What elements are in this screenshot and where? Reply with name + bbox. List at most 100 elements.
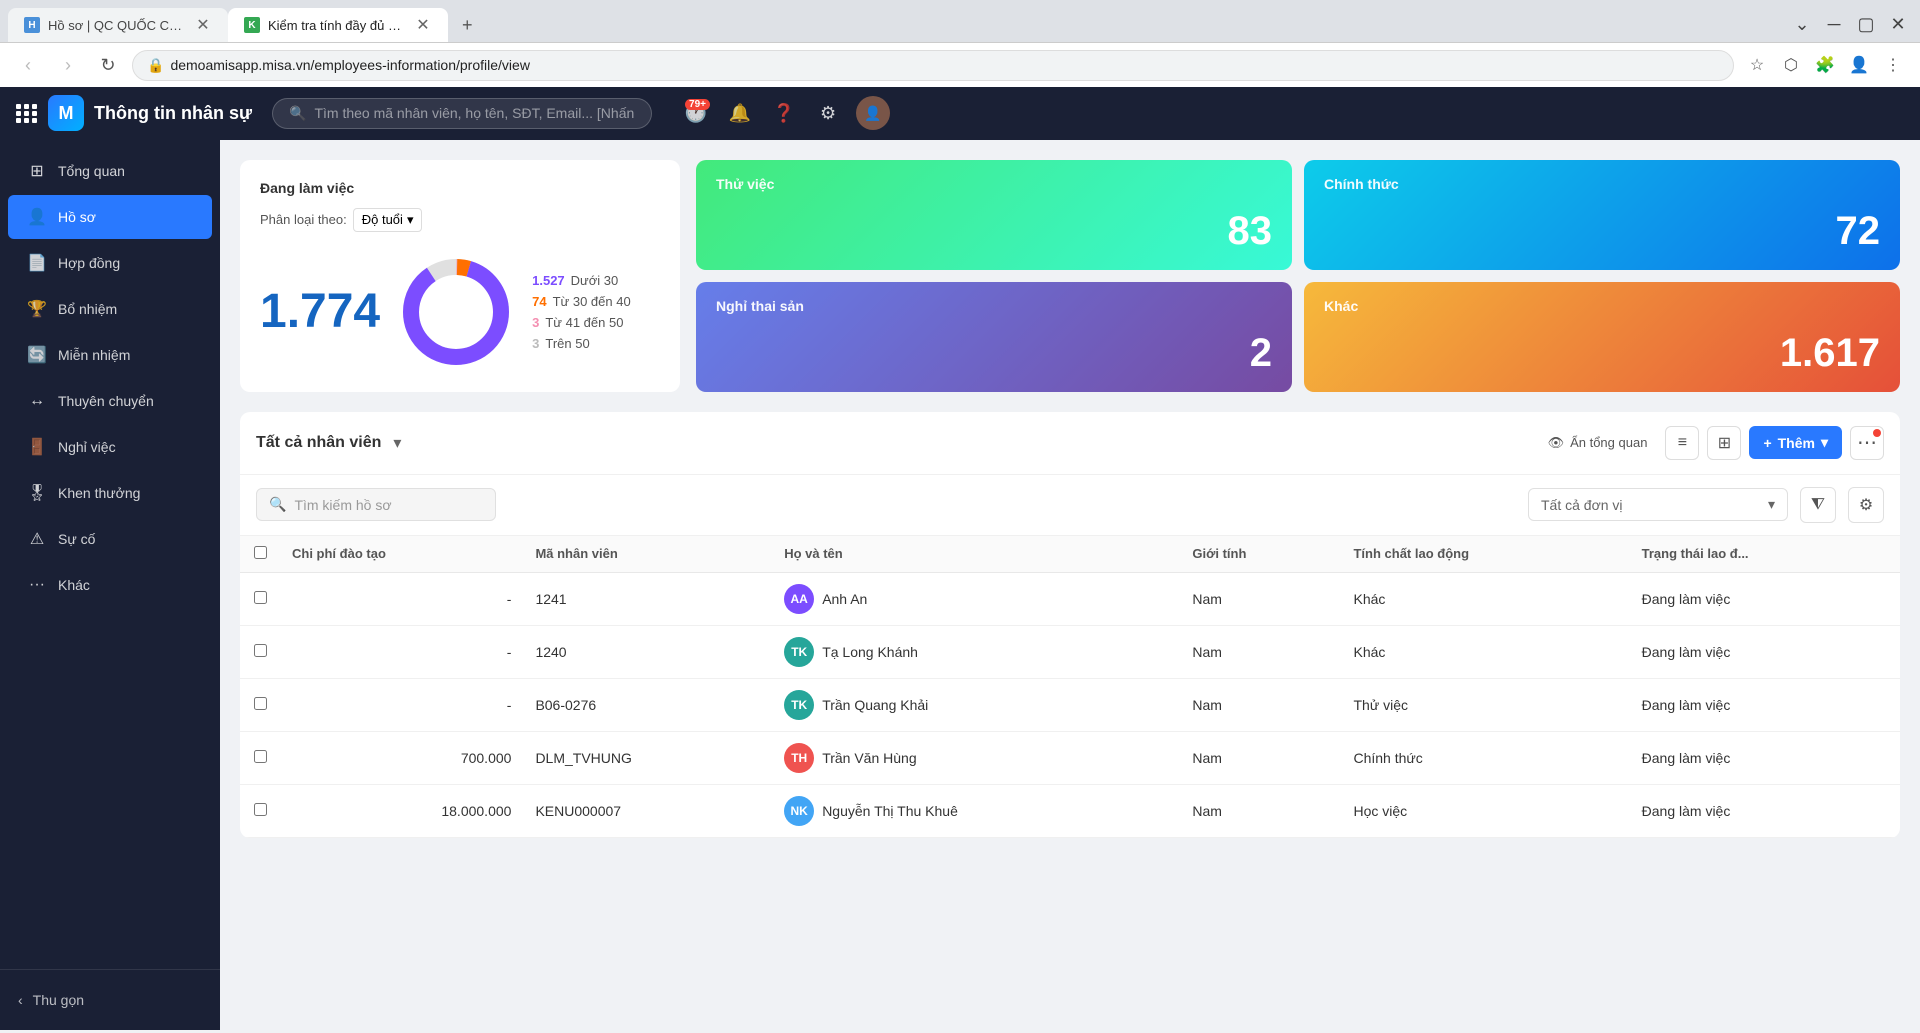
sidebar-item-hop-dong[interactable]: 📄 Hợp đồng bbox=[8, 241, 212, 285]
url-bar[interactable]: 🔒 demoamisapp.misa.vn/employees-informat… bbox=[132, 50, 1734, 81]
sidebar-collapse-button[interactable]: ‹ Thu gọn bbox=[0, 982, 220, 1018]
tab-2[interactable]: K Kiểm tra tính đầy đủ của hồ sơ, c... ✕ bbox=[228, 8, 448, 42]
screen-cast-button[interactable]: ⬡ bbox=[1776, 50, 1806, 80]
menu-button[interactable]: ⋮ bbox=[1878, 50, 1908, 80]
user-avatar[interactable]: 👤 bbox=[856, 96, 890, 130]
close-window-button[interactable]: ✕ bbox=[1884, 10, 1912, 38]
tab-1-title: Hồ sơ | QC QUỐC CƯỜNG | AM... bbox=[48, 18, 186, 33]
bookmark-star-button[interactable]: ☆ bbox=[1742, 50, 1772, 80]
row-tinh-chat-4: Học việc bbox=[1341, 784, 1629, 837]
table-header-row: Chi phí đào tạo Mã nhân viên Họ và tên G… bbox=[240, 536, 1900, 573]
main-content: Đang làm việc Phân loại theo: Độ tuổi ▾ … bbox=[220, 140, 1920, 1030]
table-row[interactable]: - 1241 AA Anh An Nam Khác Đang làm việc bbox=[240, 572, 1900, 625]
appointment-icon: 🏆 bbox=[26, 298, 48, 320]
sidebar-item-khac[interactable]: ··· Khác bbox=[8, 563, 212, 607]
row-gioi-tinh-1: Nam bbox=[1180, 625, 1341, 678]
row-checkbox-3[interactable] bbox=[240, 731, 280, 784]
sidebar-item-thuyen-chuyen[interactable]: ↔ Thuyên chuyển bbox=[8, 379, 212, 423]
chinh-thuc-label: Chính thức bbox=[1324, 176, 1880, 192]
classify-value: Độ tuổi bbox=[362, 212, 403, 227]
reload-button[interactable]: ↻ bbox=[92, 49, 124, 81]
table-row[interactable]: - B06-0276 TK Trần Quang Khải Nam Thử vi… bbox=[240, 678, 1900, 731]
select-all-checkbox[interactable] bbox=[254, 546, 267, 559]
list-view-button[interactable]: ≡ bbox=[1665, 426, 1699, 460]
table-title-dropdown-button[interactable]: ▾ bbox=[389, 429, 405, 457]
hide-overview-button[interactable]: 👁 Ẩn tổng quan bbox=[1538, 429, 1658, 457]
row-checkbox-4[interactable] bbox=[240, 784, 280, 837]
sidebar-item-bo-nhiem[interactable]: 🏆 Bổ nhiệm bbox=[8, 287, 212, 331]
row-ho-ten-0[interactable]: AA Anh An bbox=[772, 572, 1180, 625]
classify-dropdown[interactable]: Độ tuổi ▾ bbox=[353, 208, 423, 232]
settings-button[interactable]: ⚙ bbox=[812, 97, 844, 129]
tab-list-button[interactable]: ⌄ bbox=[1788, 10, 1816, 38]
stat-card-nghi-thai-san[interactable]: Nghỉ thai sản 2 bbox=[696, 282, 1292, 392]
employee-name-3: Trần Văn Hùng bbox=[822, 750, 916, 766]
row-checkbox-1[interactable] bbox=[240, 625, 280, 678]
back-button[interactable]: ‹ bbox=[12, 49, 44, 81]
row-cb-3[interactable] bbox=[254, 750, 267, 763]
sidebar-item-su-co-label: Sự cố bbox=[58, 531, 95, 547]
row-cb-2[interactable] bbox=[254, 697, 267, 710]
grid-view-button[interactable]: ⊞ bbox=[1707, 426, 1741, 460]
working-card: Đang làm việc Phân loại theo: Độ tuổi ▾ … bbox=[240, 160, 680, 392]
stat-card-chinh-thuc[interactable]: Chính thức 72 bbox=[1304, 160, 1900, 270]
sidebar-item-nghi-viec[interactable]: 🚪 Nghỉ việc bbox=[8, 425, 212, 469]
th-chi-phi: Chi phí đào tạo bbox=[280, 536, 523, 573]
nghi-thai-san-value: 2 bbox=[716, 331, 1272, 376]
sidebar-item-khen-thuong[interactable]: 🎖 Khen thưởng bbox=[8, 471, 212, 515]
sidebar-item-ho-so[interactable]: 👤 Hồ sơ bbox=[8, 195, 212, 239]
profile-button[interactable]: 👤 bbox=[1844, 50, 1874, 80]
row-ho-ten-1[interactable]: TK Tạ Long Khánh bbox=[772, 625, 1180, 678]
overview-icon: ⊞ bbox=[26, 160, 48, 182]
row-ma-nv-0: 1241 bbox=[523, 572, 772, 625]
row-ho-ten-4[interactable]: NK Nguyễn Thị Thu Khuê bbox=[772, 784, 1180, 837]
help-button[interactable]: ❓ bbox=[768, 97, 800, 129]
global-search[interactable]: 🔍 bbox=[272, 98, 652, 129]
stat-card-thu-viec[interactable]: Thử việc 83 bbox=[696, 160, 1292, 270]
column-settings-button[interactable]: ⚙ bbox=[1848, 487, 1884, 523]
row-checkbox-0[interactable] bbox=[240, 572, 280, 625]
notifications-button[interactable]: 🔔 bbox=[724, 97, 756, 129]
forward-button[interactable]: › bbox=[52, 49, 84, 81]
history-button[interactable]: 🕐 79+ bbox=[680, 97, 712, 129]
grid-dot bbox=[32, 111, 37, 116]
grid-dot bbox=[16, 111, 21, 116]
new-tab-button[interactable]: + bbox=[452, 9, 483, 42]
row-chi-phi-3: 700.000 bbox=[280, 731, 523, 784]
table-filters: 🔍 Tất cả đơn vị ▾ ⧨ ⚙ bbox=[240, 475, 1900, 536]
extensions-button[interactable]: 🧩 bbox=[1810, 50, 1840, 80]
row-ho-ten-2[interactable]: TK Trần Quang Khải bbox=[772, 678, 1180, 731]
row-cb-0[interactable] bbox=[254, 591, 267, 604]
tab-1-close[interactable]: ✕ bbox=[194, 16, 212, 34]
sidebar-item-mien-nhiem[interactable]: 🔄 Miễn nhiệm bbox=[8, 333, 212, 377]
table-row[interactable]: - 1240 TK Tạ Long Khánh Nam Khác Đang là… bbox=[240, 625, 1900, 678]
tab-bar: H Hồ sơ | QC QUỐC CƯỜNG | AM... ✕ K Kiểm… bbox=[0, 0, 1920, 42]
row-cb-4[interactable] bbox=[254, 803, 267, 816]
unit-filter-dropdown[interactable]: Tất cả đơn vị ▾ bbox=[1528, 488, 1788, 521]
employee-search-box[interactable]: 🔍 bbox=[256, 488, 496, 521]
sidebar-item-tong-quan[interactable]: ⊞ Tổng quan bbox=[8, 149, 212, 193]
add-employee-button[interactable]: + Thêm ▾ bbox=[1749, 426, 1842, 459]
sidebar-item-thuyen-chuyen-label: Thuyên chuyển bbox=[58, 393, 154, 409]
minimize-button[interactable]: ─ bbox=[1820, 10, 1848, 38]
eye-slash-icon: 👁 bbox=[1548, 435, 1565, 451]
legend-count-0: 1.527 bbox=[532, 273, 565, 288]
row-ho-ten-3[interactable]: TH Trần Văn Hùng bbox=[772, 731, 1180, 784]
table-row[interactable]: 18.000.000 KENU000007 NK Nguyễn Thị Thu … bbox=[240, 784, 1900, 837]
legend-label-3: Trên 50 bbox=[545, 336, 589, 351]
stat-card-khac[interactable]: Khác 1.617 bbox=[1304, 282, 1900, 392]
tab-2-title: Kiểm tra tính đầy đủ của hồ sơ, c... bbox=[268, 18, 406, 33]
donut-chart bbox=[396, 252, 516, 372]
employee-search-input[interactable] bbox=[294, 497, 483, 513]
filter-button[interactable]: ⧨ bbox=[1800, 487, 1836, 523]
maximize-button[interactable]: ▢ bbox=[1852, 10, 1880, 38]
global-search-input[interactable] bbox=[314, 105, 635, 121]
tab-1[interactable]: H Hồ sơ | QC QUỐC CƯỜNG | AM... ✕ bbox=[8, 8, 228, 42]
apps-grid-button[interactable] bbox=[16, 104, 38, 123]
table-row[interactable]: 700.000 DLM_TVHUNG TH Trần Văn Hùng Nam … bbox=[240, 731, 1900, 784]
row-cb-1[interactable] bbox=[254, 644, 267, 657]
tab-2-close[interactable]: ✕ bbox=[414, 16, 432, 34]
sidebar-item-su-co[interactable]: ⚠ Sự cố bbox=[8, 517, 212, 561]
row-checkbox-2[interactable] bbox=[240, 678, 280, 731]
chinh-thuc-value: 72 bbox=[1324, 209, 1880, 254]
